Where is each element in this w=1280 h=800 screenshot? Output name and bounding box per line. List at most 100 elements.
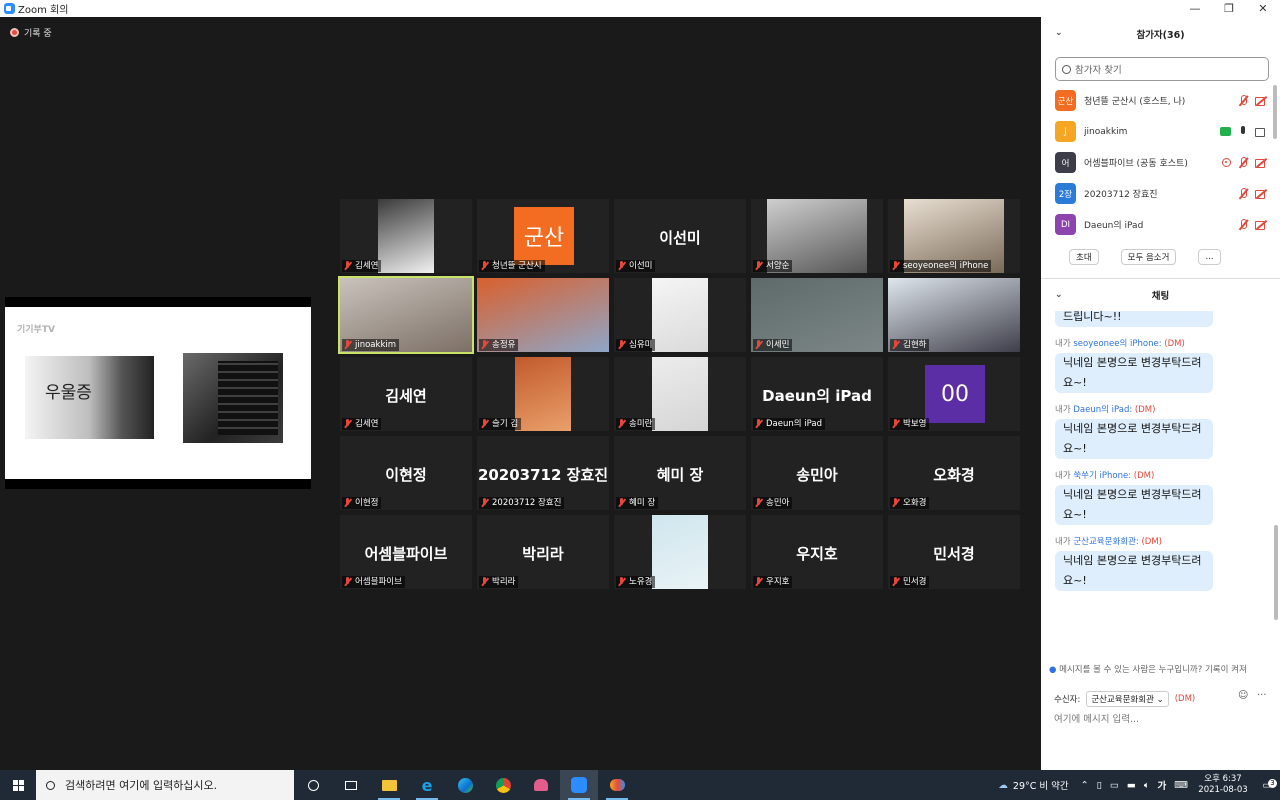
video-tile[interactable]: 이세민	[751, 278, 883, 352]
video-tile[interactable]: Daeun의 iPad Daeun의 iPad	[751, 357, 883, 431]
paint3d-icon[interactable]	[598, 770, 636, 800]
chrome-icon[interactable]	[484, 770, 522, 800]
invite-button[interactable]: 초대	[1069, 249, 1099, 265]
participant-search-input[interactable]: 참가자 찾기	[1055, 57, 1269, 81]
video-tile[interactable]: 김현하	[888, 278, 1020, 352]
tile-name-label: 슬기 김	[479, 418, 522, 430]
weather-text[interactable]: 29°C 비 약간	[1013, 778, 1069, 792]
video-tile[interactable]: 슬기 김	[477, 357, 609, 431]
participant-row[interactable]: DI Daeun의 iPad	[1055, 209, 1267, 240]
close-button[interactable]: ✕	[1246, 0, 1280, 17]
tile-name-label: 혜미 장	[616, 497, 659, 509]
chat-collapse-chevron-icon[interactable]: ⌄	[1055, 290, 1063, 300]
video-tile[interactable]: 어셈블파이브 어셈블파이브	[340, 515, 472, 589]
muted-mic-icon	[754, 577, 763, 587]
cortana-icon[interactable]	[294, 770, 332, 800]
notification-icon[interactable]: ▭ 3	[1254, 778, 1280, 791]
video-tile[interactable]: 이선미 이선미	[614, 199, 746, 273]
chat-bubble-partial: 드립니다~!!	[1055, 311, 1213, 327]
muted-mic-icon	[891, 261, 900, 271]
participants-more-button[interactable]: ...	[1198, 249, 1221, 265]
video-tile[interactable]: 이현정 이현정	[340, 436, 472, 510]
tray-app-icon[interactable]: ▯	[1097, 780, 1102, 791]
participant-avatar: 2장	[1055, 183, 1076, 204]
participant-avatar: DI	[1055, 214, 1076, 235]
chat-message-header: 내가 쑥쑤기 iPhone: (DM)	[1055, 471, 1155, 481]
video-tile[interactable]: 송정유	[477, 278, 609, 352]
recording-icon	[1222, 158, 1231, 167]
participant-avatar: J	[1055, 121, 1076, 142]
video-tile[interactable]: 송민아 송민아	[751, 436, 883, 510]
paint-app-icon[interactable]	[522, 770, 560, 800]
chat-visibility-notice[interactable]: ● 메시지를 볼 수 있는 사람은 누구입니까? 기록이 켜져	[1049, 663, 1275, 675]
panel-divider	[1041, 278, 1280, 279]
tile-display-name: 오화경	[933, 466, 975, 484]
minimize-button[interactable]: —	[1178, 0, 1212, 17]
tile-name-label: 이세민	[753, 339, 793, 351]
shared-screen[interactable]: 기기부TV 우울증	[5, 297, 311, 489]
maximize-button[interactable]: ❐	[1212, 0, 1246, 17]
participant-name: 20203712 장효진	[1084, 190, 1158, 200]
participant-row[interactable]: Jjinoakkim	[1055, 116, 1267, 147]
video-tile[interactable]: 심유미	[614, 278, 746, 352]
mic-on-icon	[1237, 126, 1249, 137]
edge-icon[interactable]	[446, 770, 484, 800]
chat-message-header: 내가 군산교육문화회관: (DM)	[1055, 537, 1162, 547]
video-tile[interactable]: 20203712 장효진 20203712 장효진	[477, 436, 609, 510]
video-tile[interactable]: jinoakkim	[338, 276, 474, 354]
video-tile[interactable]: 김세연 김세연	[340, 357, 472, 431]
taskbar-clock[interactable]: 오후 6:37 2021-08-03	[1192, 774, 1254, 796]
muted-mic-icon	[480, 261, 489, 271]
mute-all-button[interactable]: 모두 음소거	[1120, 249, 1177, 265]
muted-mic-icon	[343, 340, 352, 350]
mic-muted-icon	[1237, 157, 1249, 168]
chat-more-icon[interactable]: ···	[1257, 690, 1267, 701]
video-tile[interactable]: seoyeonee의 iPhone	[888, 199, 1020, 273]
mic-muted-icon	[1237, 95, 1249, 106]
chat-message-input[interactable]: 여기에 메시지 입력...	[1054, 711, 1139, 725]
video-tile[interactable]: 서양순	[751, 199, 883, 273]
tile-name-label: 노유경	[616, 576, 656, 588]
video-tile[interactable]: 혜미 장 혜미 장	[614, 436, 746, 510]
emoji-icon[interactable]: ☺	[1238, 690, 1248, 701]
participants-header: ⌄ 참가자(36)	[1041, 17, 1280, 51]
participant-name: 어셈블파이브 (공동 호스트)	[1084, 159, 1188, 169]
tile-name-label: Daeun의 iPad	[753, 418, 825, 430]
tile-name-label: 심유미	[616, 339, 656, 351]
battery-icon[interactable]: ▬	[1127, 780, 1136, 791]
start-button[interactable]	[0, 770, 36, 800]
video-tile[interactable]: 박리라 박리라	[477, 515, 609, 589]
video-tile[interactable]: 송미란	[614, 357, 746, 431]
taskbar-search-input[interactable]: 검색하려면 여기에 입력하십시오.	[36, 770, 294, 800]
collapse-chevron-icon[interactable]: ⌄	[1055, 28, 1063, 38]
recipient-select[interactable]: 군산교육문화회관 ⌄	[1086, 691, 1169, 707]
slide-image-depression: 우울증	[25, 356, 154, 439]
video-tile[interactable]: 노유경	[614, 515, 746, 589]
volume-icon[interactable]: 🔈︎	[1144, 780, 1150, 791]
participant-row[interactable]: 2장 20203712 장효진	[1055, 178, 1267, 209]
file-explorer-icon[interactable]	[370, 770, 408, 800]
video-tile[interactable]: 민서경 민서경	[888, 515, 1020, 589]
recording-indicator[interactable]: 기록 중	[10, 26, 52, 39]
video-tile[interactable]: 우지호 우지호	[751, 515, 883, 589]
video-tile[interactable]: 오화경 오화경	[888, 436, 1020, 510]
ime-indicator[interactable]: 가	[1158, 778, 1167, 792]
zoom-taskbar-icon[interactable]	[560, 770, 598, 800]
video-tile[interactable]: 00 박보영	[888, 357, 1020, 431]
participant-scrollbar[interactable]	[1273, 85, 1277, 139]
task-view-icon[interactable]	[332, 770, 370, 800]
network-icon[interactable]: ▭	[1110, 780, 1119, 791]
keyboard-icon[interactable]: ⌨︎	[1174, 780, 1188, 791]
muted-mic-icon	[891, 577, 900, 587]
chat-scrollbar[interactable]	[1274, 525, 1278, 620]
muted-mic-icon	[617, 261, 626, 271]
video-tile[interactable]: 군산 청년뜰 군산시	[477, 199, 609, 273]
chat-header: ⌄ 채팅	[1041, 280, 1280, 310]
participant-row[interactable]: 군산 청년뜰 군산시 (호스트, 나)	[1055, 85, 1267, 116]
muted-mic-icon	[754, 498, 763, 508]
internet-explorer-icon[interactable]: e	[408, 770, 446, 800]
tile-name-label: 우지호	[753, 576, 793, 588]
tray-chevron-icon[interactable]: ⌃	[1081, 780, 1089, 791]
participant-row[interactable]: 어 어셈블파이브 (공동 호스트)	[1055, 147, 1267, 178]
video-tile[interactable]: 김세연	[340, 199, 472, 273]
